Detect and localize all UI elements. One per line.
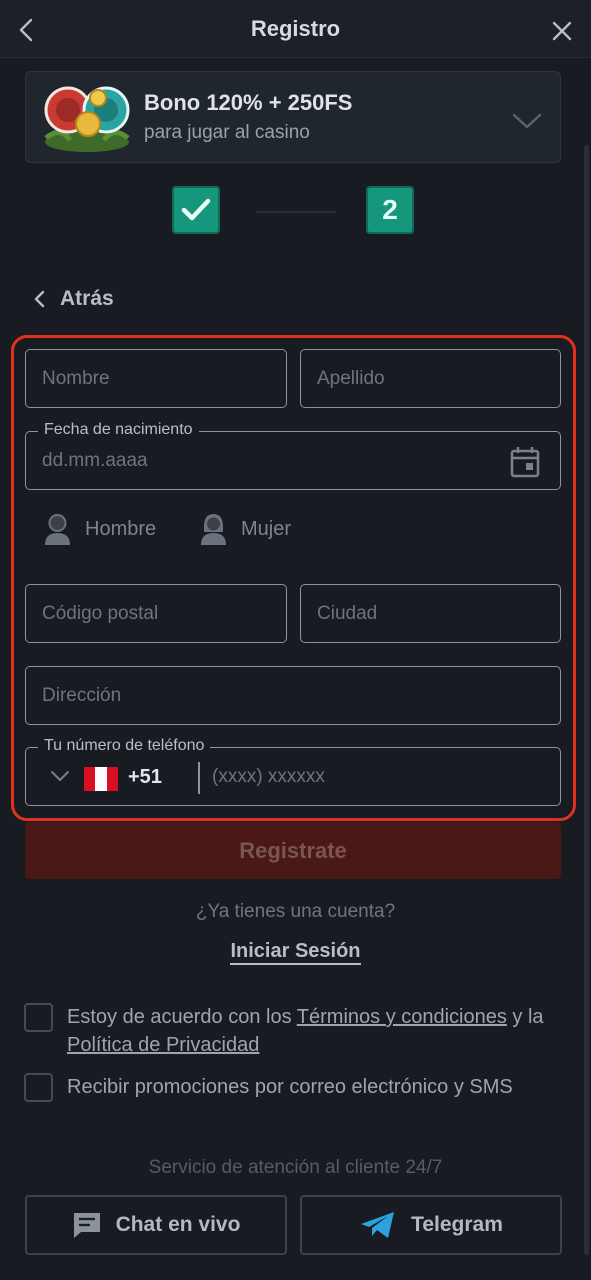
chevron-left-icon bbox=[34, 290, 45, 308]
live-chat-button[interactable]: Chat en vivo bbox=[25, 1195, 287, 1255]
gender-female-label: Mujer bbox=[241, 517, 292, 540]
privacy-link[interactable]: Política de Privacidad bbox=[67, 1034, 259, 1056]
birth-date-label: Fecha de nacimiento bbox=[38, 421, 199, 439]
last-name-field[interactable]: Apellido bbox=[300, 349, 561, 408]
birth-date-placeholder: dd.mm.aaaa bbox=[42, 449, 148, 471]
female-avatar-icon bbox=[201, 514, 226, 545]
gender-option-male[interactable]: Hombre bbox=[44, 512, 156, 546]
telegram-button[interactable]: Telegram bbox=[300, 1195, 562, 1255]
casino-chips-icon bbox=[44, 86, 130, 152]
login-link[interactable]: Iniciar Sesión bbox=[230, 940, 361, 965]
close-icon[interactable] bbox=[551, 20, 573, 42]
first-name-field[interactable]: Nombre bbox=[25, 349, 287, 408]
address-field[interactable]: Dirección bbox=[25, 666, 561, 725]
address-placeholder: Dirección bbox=[42, 684, 122, 706]
chat-icon bbox=[73, 1213, 100, 1238]
step-2-current: 2 bbox=[366, 186, 414, 234]
phone-field[interactable]: Tu número de teléfono +51 (xxxx) xxxxxx bbox=[25, 737, 561, 806]
gender-option-female[interactable]: Mujer bbox=[200, 512, 291, 546]
phone-placeholder: (xxxx) xxxxxx bbox=[212, 765, 325, 787]
chevron-down-icon[interactable] bbox=[50, 770, 70, 782]
first-name-placeholder: Nombre bbox=[42, 367, 110, 389]
register-button[interactable]: Registrate bbox=[25, 822, 561, 879]
bonus-subtitle: para jugar al casino bbox=[144, 122, 310, 143]
back-link[interactable]: Atrás bbox=[32, 284, 114, 314]
birth-date-field[interactable]: Fecha de nacimiento dd.mm.aaaa bbox=[25, 421, 561, 490]
checkmark-icon bbox=[181, 198, 211, 221]
promo-checkbox[interactable] bbox=[24, 1073, 53, 1102]
have-account-text: ¿Ya tienes una cuenta? bbox=[195, 901, 396, 922]
phone-country-code[interactable]: +51 bbox=[128, 766, 162, 789]
city-field[interactable]: Ciudad bbox=[300, 584, 561, 643]
bonus-card[interactable]: Bono 120% + 250FS para jugar al casino bbox=[25, 71, 561, 163]
city-placeholder: Ciudad bbox=[317, 602, 378, 624]
peru-flag-icon[interactable] bbox=[84, 767, 118, 791]
header-bar: Registro bbox=[0, 0, 591, 58]
last-name-placeholder: Apellido bbox=[317, 367, 385, 389]
login-link-wrap: Iniciar Sesión bbox=[0, 940, 591, 965]
step-1-complete bbox=[172, 186, 220, 234]
support-title: Servicio de atención al cliente 24/7 bbox=[148, 1157, 443, 1178]
telegram-label: Telegram bbox=[411, 1213, 503, 1236]
consent-text-part: y la bbox=[506, 1006, 544, 1028]
male-avatar-icon bbox=[45, 514, 70, 545]
promo-consent-row: Recibir promociones por correo electróni… bbox=[24, 1073, 513, 1102]
phone-divider bbox=[198, 762, 200, 794]
calendar-icon[interactable] bbox=[510, 446, 540, 478]
chevron-down-icon[interactable] bbox=[512, 112, 542, 130]
postal-code-placeholder: Código postal bbox=[42, 602, 159, 624]
telegram-icon bbox=[361, 1212, 395, 1238]
phone-label: Tu número de teléfono bbox=[38, 737, 211, 755]
step-connector bbox=[256, 211, 336, 213]
consent-text-part: Estoy de acuerdo con los bbox=[67, 1006, 297, 1028]
step-indicator: 2 bbox=[0, 186, 591, 238]
promo-consent-text: Recibir promociones por correo electróni… bbox=[67, 1076, 513, 1098]
terms-link[interactable]: Términos y condiciones bbox=[297, 1006, 507, 1028]
terms-checkbox[interactable] bbox=[24, 1003, 53, 1032]
gender-male-label: Hombre bbox=[85, 517, 157, 540]
scrollbar[interactable] bbox=[584, 145, 589, 1255]
terms-consent-text: Estoy de acuerdo con los Términos y cond… bbox=[67, 1003, 559, 1059]
back-label: Atrás bbox=[60, 287, 114, 310]
page-title: Registro bbox=[250, 16, 341, 41]
bonus-title: Bono 120% + 250FS bbox=[144, 90, 353, 115]
postal-code-field[interactable]: Código postal bbox=[25, 584, 287, 643]
live-chat-label: Chat en vivo bbox=[115, 1213, 241, 1236]
terms-consent-row: Estoy de acuerdo con los Términos y cond… bbox=[24, 1003, 559, 1059]
